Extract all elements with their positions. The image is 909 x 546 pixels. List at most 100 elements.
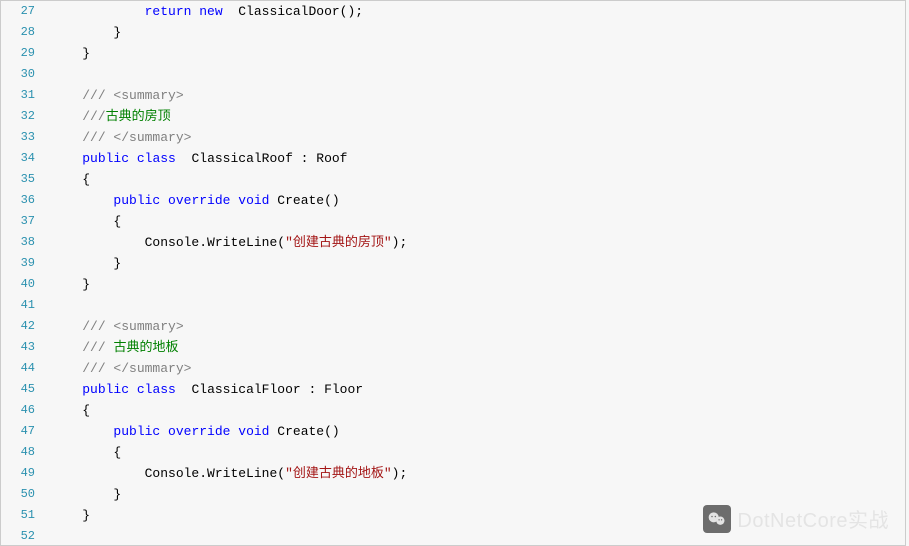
line-number: 45: [1, 379, 43, 400]
token-kw: void: [238, 193, 269, 208]
token-pn: {: [82, 403, 90, 418]
line-content: {: [43, 169, 90, 190]
code-line: 34 public class ClassicalRoof : Roof: [1, 148, 905, 169]
code-line: 41: [1, 295, 905, 316]
line-number: 36: [1, 190, 43, 211]
line-content: {: [43, 400, 90, 421]
code-line: 32 ///古典的房顶: [1, 106, 905, 127]
code-line: 31 /// <summary>: [1, 85, 905, 106]
line-number: 40: [1, 274, 43, 295]
code-line: 49 Console.WriteLine("创建古典的地板");: [1, 463, 905, 484]
line-content: Console.WriteLine("创建古典的房顶");: [43, 232, 407, 253]
line-content: {: [43, 442, 121, 463]
line-content: }: [43, 505, 90, 526]
token-pn: [160, 424, 168, 439]
line-content: ///古典的房顶: [43, 106, 171, 127]
token-pn: Create(): [270, 193, 340, 208]
line-content: /// 古典的地板: [43, 337, 178, 358]
code-block: 27 return new ClassicalDoor();28 }29 }30…: [0, 0, 906, 546]
line-number: 50: [1, 484, 43, 505]
token-kw: public: [82, 151, 129, 166]
line-number: 43: [1, 337, 43, 358]
token-cm: ///: [82, 109, 105, 124]
line-number: 33: [1, 127, 43, 148]
line-content: }: [43, 484, 121, 505]
token-pn: Create(): [270, 424, 340, 439]
token-cm: /// </summary>: [82, 361, 191, 376]
line-content: Console.WriteLine("创建古典的地板");: [43, 463, 407, 484]
code-line: 45 public class ClassicalFloor : Floor: [1, 379, 905, 400]
line-content: }: [43, 22, 121, 43]
token-kw: return: [145, 4, 192, 19]
line-content: /// </summary>: [43, 127, 191, 148]
line-content: public override void Create(): [43, 190, 340, 211]
line-content: /// </summary>: [43, 358, 191, 379]
token-cg: 古典的地板: [113, 340, 178, 355]
line-number: 42: [1, 316, 43, 337]
line-content: public class ClassicalFloor : Floor: [43, 379, 363, 400]
code-line: 48 {: [1, 442, 905, 463]
code-line: 36 public override void Create(): [1, 190, 905, 211]
line-number: 29: [1, 43, 43, 64]
code-line: 30: [1, 64, 905, 85]
code-line: 38 Console.WriteLine("创建古典的房顶");: [1, 232, 905, 253]
line-content: public class ClassicalRoof : Roof: [43, 148, 348, 169]
token-cg: 古典的房顶: [106, 109, 171, 124]
line-number: 28: [1, 22, 43, 43]
token-kw: override: [168, 424, 230, 439]
token-pn: }: [82, 508, 90, 523]
line-content: }: [43, 43, 90, 64]
code-line: 39 }: [1, 253, 905, 274]
code-line: 29 }: [1, 43, 905, 64]
code-line: 27 return new ClassicalDoor();: [1, 1, 905, 22]
code-line: 43 /// 古典的地板: [1, 337, 905, 358]
line-number: 48: [1, 442, 43, 463]
token-kw: public: [113, 193, 160, 208]
token-pn: ClassicalRoof : Roof: [176, 151, 348, 166]
line-content: }: [43, 253, 121, 274]
wechat-icon: [703, 505, 731, 533]
token-str: "创建古典的地板": [285, 466, 392, 481]
line-number: 49: [1, 463, 43, 484]
code-line: 33 /// </summary>: [1, 127, 905, 148]
token-pn: [129, 382, 137, 397]
token-pn: {: [113, 445, 121, 460]
line-content: /// <summary>: [43, 85, 184, 106]
line-number: 37: [1, 211, 43, 232]
line-content: public override void Create(): [43, 421, 340, 442]
token-kw: class: [137, 382, 176, 397]
token-pn: Console.WriteLine(: [145, 466, 285, 481]
token-kw: class: [137, 151, 176, 166]
code-line: 50 }: [1, 484, 905, 505]
line-content: /// <summary>: [43, 316, 184, 337]
token-pn: ClassicalFloor : Floor: [176, 382, 363, 397]
code-line: 44 /// </summary>: [1, 358, 905, 379]
token-pn: }: [113, 487, 121, 502]
token-pn: }: [113, 256, 121, 271]
code-lines: 27 return new ClassicalDoor();28 }29 }30…: [1, 1, 905, 546]
line-number: 52: [1, 526, 43, 546]
token-pn: [160, 193, 168, 208]
token-pn: }: [113, 25, 121, 40]
token-pn: );: [392, 466, 408, 481]
watermark: DotNetCore实战: [703, 504, 889, 533]
line-number: 34: [1, 148, 43, 169]
line-number: 46: [1, 400, 43, 421]
token-kw: void: [238, 424, 269, 439]
line-number: 38: [1, 232, 43, 253]
line-content: }: [43, 274, 90, 295]
line-number: 31: [1, 85, 43, 106]
token-pn: }: [82, 46, 90, 61]
token-pn: [129, 151, 137, 166]
code-line: 40 }: [1, 274, 905, 295]
token-kw: public: [82, 382, 129, 397]
code-line: 28 }: [1, 22, 905, 43]
line-number: 44: [1, 358, 43, 379]
code-line: 35 {: [1, 169, 905, 190]
code-line: 42 /// <summary>: [1, 316, 905, 337]
token-kw: public: [113, 424, 160, 439]
token-kw: new: [199, 4, 222, 19]
token-str: "创建古典的房顶": [285, 235, 392, 250]
line-number: 39: [1, 253, 43, 274]
code-line: 47 public override void Create(): [1, 421, 905, 442]
